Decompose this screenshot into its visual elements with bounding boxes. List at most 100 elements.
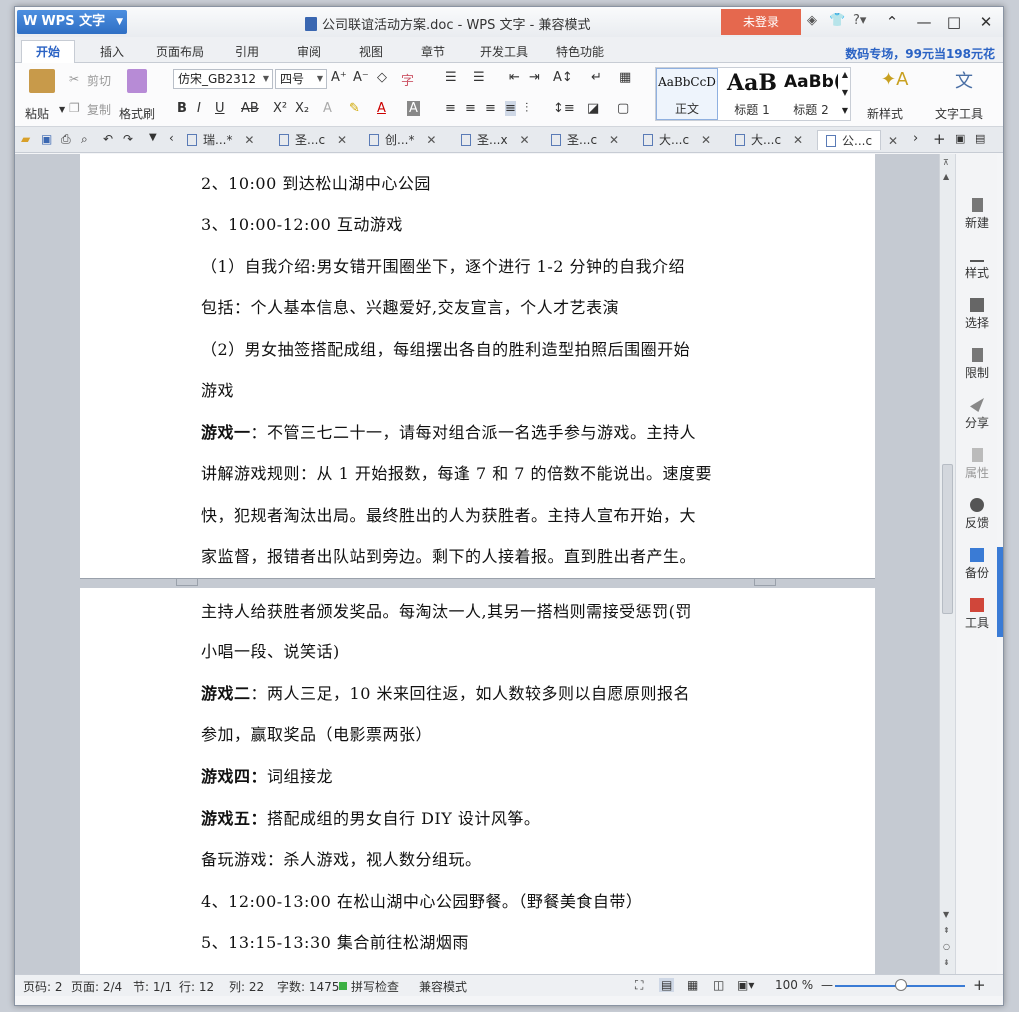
paste-icon[interactable] <box>29 69 55 93</box>
tab-insert[interactable]: 插入 <box>87 41 137 63</box>
help-icon[interactable]: ?▾ <box>853 13 866 28</box>
align-center-icon[interactable]: ≡ <box>465 101 476 116</box>
taskpane-select[interactable]: 选择 <box>956 298 998 331</box>
tab-home[interactable]: 开始 <box>21 40 75 64</box>
zoom-out-icon[interactable]: — <box>821 978 833 992</box>
document-page[interactable]: 2、10:00 到达松山湖中心公园 3、10:00-12:00 互动游戏 （1）… <box>80 154 875 974</box>
taskpane-backup[interactable]: 备份 <box>956 548 998 581</box>
redo-icon[interactable]: ↷ <box>123 132 133 146</box>
maximize-button[interactable]: □ <box>939 10 969 34</box>
doc-tab[interactable]: 大...c ✕ <box>643 130 711 150</box>
doc-tab[interactable]: 圣...c ✕ <box>279 130 347 150</box>
wps-app-menu-button[interactable]: W WPS 文字 ▼ <box>17 10 127 34</box>
char-shading-icon[interactable]: A <box>407 101 420 116</box>
cut-button[interactable]: 剪切 <box>87 72 111 89</box>
skin-icon[interactable]: ◈ <box>807 13 817 28</box>
bold-icon[interactable]: B <box>177 101 187 116</box>
fullscreen-view-icon[interactable]: ⛶ <box>635 978 643 993</box>
font-size-select[interactable]: 四号 ▼ <box>275 69 327 89</box>
italic-icon[interactable]: I <box>197 101 201 116</box>
doc-tab-active[interactable]: 公...c ✕ <box>817 130 898 150</box>
taskpane-share[interactable]: 分享 <box>956 398 998 431</box>
tab-menu-icon[interactable]: ▤ <box>975 132 985 145</box>
browse-object-icon[interactable]: ○ <box>943 942 950 951</box>
zoom-slider-thumb[interactable] <box>895 979 907 991</box>
scroll-up-icon[interactable]: ▲ <box>943 172 949 181</box>
paragraph-marks-icon[interactable]: ↵ <box>591 70 602 85</box>
outline-view-icon[interactable]: ▦ <box>687 978 698 992</box>
decrease-indent-icon[interactable]: ⇤ <box>509 70 520 85</box>
close-icon[interactable]: ✕ <box>426 130 436 150</box>
change-case-icon[interactable]: A↕ <box>553 70 573 85</box>
align-left-icon[interactable]: ≡ <box>445 101 456 116</box>
scrollbar-thumb[interactable] <box>942 464 953 614</box>
tab-page-layout[interactable]: 页面布局 <box>149 41 211 63</box>
style-scroll-down-icon[interactable]: ▼ <box>842 88 848 97</box>
print-icon[interactable]: ⎙ <box>61 132 71 147</box>
close-icon[interactable]: ✕ <box>244 130 254 150</box>
style-heading-2[interactable]: AaBb( 标题 2 <box>784 68 838 120</box>
tab-special-features[interactable]: 特色功能 <box>549 41 611 63</box>
taskpane-style[interactable]: 样式 <box>956 248 998 281</box>
justify-icon[interactable]: ≡ <box>505 101 516 116</box>
undo-icon[interactable]: ↶ <box>103 132 113 146</box>
zoom-level[interactable]: 100 % <box>775 978 813 992</box>
prev-page-icon[interactable]: ⇞ <box>943 926 950 935</box>
close-icon[interactable]: ✕ <box>888 131 898 151</box>
paste-button[interactable]: 粘贴 <box>25 105 49 122</box>
style-more-icon[interactable]: ▼ <box>842 106 848 115</box>
tab-developer[interactable]: 开发工具 <box>473 41 535 63</box>
chevron-down-icon[interactable]: ▼ <box>59 105 65 114</box>
clear-format-icon[interactable]: ◇ <box>377 70 387 85</box>
borders-icon[interactable]: ▢ <box>617 101 629 116</box>
doc-tab[interactable]: 圣...c ✕ <box>551 130 619 150</box>
shirt-icon[interactable]: 👕 <box>829 13 845 28</box>
underline-icon[interactable]: U <box>215 101 225 116</box>
phonetic-guide-icon[interactable]: 字 <box>401 70 414 89</box>
grow-font-icon[interactable]: A⁺ <box>331 70 347 85</box>
zoom-in-icon[interactable]: + <box>973 976 986 994</box>
taskpane-toggle-tab[interactable] <box>997 547 1003 637</box>
web-view-icon[interactable]: ◫ <box>713 978 724 992</box>
spell-check-toggle[interactable]: 拼写检查 <box>351 978 399 995</box>
chevron-down-icon[interactable]: ▼ <box>149 132 157 143</box>
paragraph-shading-icon[interactable]: ◪ <box>587 101 599 116</box>
tab-list-icon[interactable]: ▣ <box>955 132 965 145</box>
taskpane-restrict[interactable]: 限制 <box>956 348 998 381</box>
close-button[interactable]: ✕ <box>971 10 1001 34</box>
tab-sections[interactable]: 章节 <box>411 41 455 63</box>
close-icon[interactable]: ✕ <box>701 130 711 150</box>
new-style-button[interactable]: 新样式 <box>867 105 903 122</box>
strikethrough-icon[interactable]: AB <box>241 101 259 116</box>
superscript-icon[interactable]: X² <box>273 101 287 116</box>
new-style-icon[interactable]: ✦A <box>881 69 908 90</box>
close-icon[interactable]: ✕ <box>519 130 529 150</box>
font-color-icon[interactable]: A <box>377 101 386 116</box>
chevron-left-icon[interactable]: ‹ <box>169 131 174 145</box>
doc-tab[interactable]: 创...* ✕ <box>369 130 436 150</box>
print-preview-icon[interactable]: ⌕ <box>81 132 88 147</box>
line-spacing-icon[interactable]: ↕≡ <box>553 101 575 116</box>
taskpane-feedback[interactable]: 反馈 <box>956 498 998 531</box>
minimize-button[interactable]: — <box>909 10 939 34</box>
page-view-icon[interactable]: ▤ <box>659 978 675 992</box>
text-tools-button[interactable]: 文字工具 <box>935 105 983 122</box>
next-page-icon[interactable]: ⇟ <box>943 958 950 967</box>
doc-tab[interactable]: 圣...x ✕ <box>461 130 530 150</box>
copy-button[interactable]: 复制 <box>87 101 111 118</box>
text-effect-icon[interactable]: A <box>323 101 332 116</box>
doc-tab[interactable]: 瑞...* ✕ <box>187 130 254 150</box>
format-painter-button[interactable]: 格式刷 <box>119 105 155 122</box>
style-heading-1[interactable]: AaB 标题 1 <box>720 68 784 120</box>
tab-references[interactable]: 引用 <box>225 41 269 63</box>
table-icon[interactable]: ▦ <box>619 70 631 85</box>
scroll-top-icon[interactable]: ⊼ <box>943 158 949 167</box>
taskpane-new[interactable]: 新建 <box>956 198 998 231</box>
distributed-icon[interactable]: ⫶ <box>525 101 528 116</box>
bullets-icon[interactable]: ☰ <box>445 70 457 85</box>
highlight-icon[interactable]: ✎ <box>349 101 360 116</box>
format-painter-icon[interactable] <box>127 69 147 93</box>
new-tab-icon[interactable]: + <box>933 130 946 148</box>
subscript-icon[interactable]: X₂ <box>295 101 309 116</box>
numbering-icon[interactable]: ☰ <box>473 70 485 85</box>
